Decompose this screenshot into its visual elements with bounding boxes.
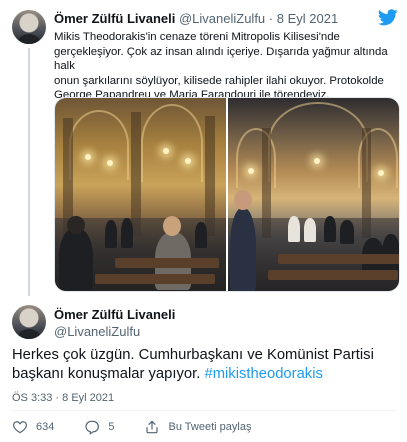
avatar[interactable]	[12, 10, 46, 44]
separator-dot: ·	[55, 392, 60, 404]
parent-tweet[interactable]: Ömer Zülfü Livaneli @LivaneliZulfu · 8 E…	[0, 0, 407, 300]
thread-connector-line	[28, 48, 30, 296]
twitter-bird-icon[interactable]	[378, 9, 398, 26]
user-handle[interactable]: @LivaneliZulfu	[179, 11, 265, 26]
tweet-media	[54, 97, 400, 292]
tweet-text-line: gerçekleşiyor. Çok az insan alındı içeri…	[54, 45, 388, 73]
tweet-time: ÖS 3:33	[12, 392, 53, 404]
tweet-header: Ömer Zülfü Livaneli @LivaneliZulfu · 8 E…	[54, 11, 338, 26]
tweet-text-line: onun şarkılarını söylüyor, kilisede rahi…	[54, 74, 384, 87]
display-name[interactable]: Ömer Zülfü Livaneli	[54, 11, 175, 26]
share-label: Bu Tweeti paylaş	[168, 421, 252, 433]
like-button[interactable]: 634	[12, 419, 54, 435]
avatar[interactable]	[12, 305, 46, 339]
tweet-text: Herkes çok üzgün. Cumhurbaşkanı ve Komün…	[12, 346, 397, 384]
heart-icon	[12, 421, 28, 434]
reply-count: 5	[108, 421, 115, 433]
church-interior-photo-1[interactable]	[55, 98, 226, 291]
church-interior-photo-2[interactable]	[228, 98, 399, 291]
tweet-date[interactable]: 8 Eyl 2021	[277, 11, 338, 26]
tweet-actions: 634 5 Bu Tweeti paylaş	[12, 417, 251, 437]
tweet-text-line: Mikis Theodorakis'in cenaze töreni Mitro…	[54, 31, 340, 43]
comment-icon	[85, 420, 100, 435]
display-name[interactable]: Ömer Zülfü Livaneli	[54, 306, 175, 323]
like-count: 634	[36, 421, 55, 433]
user-handle[interactable]: @LivaneliZulfu	[54, 323, 175, 340]
share-button[interactable]: Bu Tweeti paylaş	[144, 419, 251, 435]
reply-button[interactable]: 5	[84, 419, 114, 435]
author-block: Ömer Zülfü Livaneli @LivaneliZulfu	[54, 306, 175, 340]
separator-dot: ·	[268, 11, 274, 26]
tweet-text: Mikis Theodorakis'in cenaze töreni Mitro…	[54, 30, 398, 103]
hashtag-link[interactable]: #mikistheodorakis	[204, 366, 322, 382]
share-icon	[146, 420, 159, 434]
tweet-timestamp[interactable]: ÖS 3:33 · 8 Eyl 2021	[12, 392, 114, 404]
divider	[12, 410, 397, 411]
tweet-date: 8 Eyl 2021	[62, 392, 115, 404]
